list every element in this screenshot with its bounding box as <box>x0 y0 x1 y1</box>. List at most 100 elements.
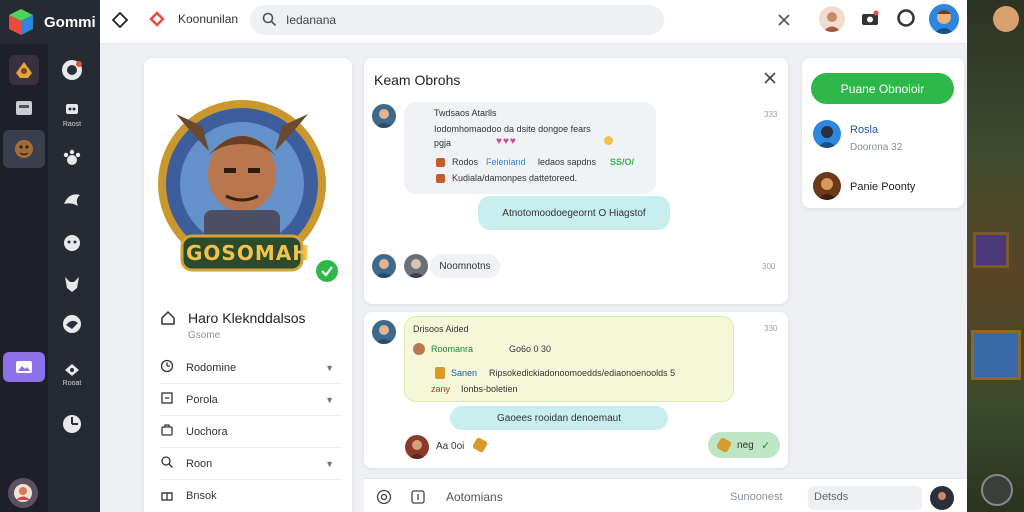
emblem-text: GOSOMAH <box>186 241 310 265</box>
goblin-game-icon[interactable] <box>3 130 45 168</box>
app-logo-icon <box>148 10 166 31</box>
chat-card: Keam Obrohs Twdsaos Atarlls Iodomhomaodo… <box>364 58 788 304</box>
message-text: Go6o 0 30 <box>509 344 552 354</box>
chat-card: Drisoos Aided Roomanra Go6o 0 30 Sanen R… <box>364 312 788 468</box>
emoji-icon <box>604 136 613 145</box>
footer-text: Aa 0oi <box>436 441 465 452</box>
eagle-icon[interactable] <box>58 310 86 338</box>
lion-icon[interactable] <box>58 56 86 84</box>
avatar[interactable] <box>813 172 841 200</box>
menu-item[interactable]: Rodomine ▼ <box>160 352 342 384</box>
menu-label: Rodomine <box>186 361 237 374</box>
profile-subtitle: Gsome <box>188 330 221 341</box>
menu-item[interactable]: Bnsok <box>160 480 342 512</box>
avatar[interactable] <box>819 6 845 32</box>
message-link[interactable]: Feleniand <box>486 157 526 167</box>
profile-name: Haro Kleknddalsos <box>188 310 306 326</box>
emoji-icon <box>413 343 425 355</box>
robot-icon[interactable] <box>58 96 86 124</box>
cat-icon[interactable] <box>58 228 86 256</box>
menu-label: Roon <box>186 457 213 470</box>
camera-icon[interactable] <box>861 10 879 29</box>
menu-item[interactable]: Roon ▼ <box>160 448 342 480</box>
message-text: ledaos sapdns <box>538 157 597 167</box>
clear-icon[interactable] <box>776 12 792 31</box>
message-link[interactable]: Sanen <box>451 368 477 378</box>
avatar[interactable] <box>404 254 428 278</box>
clock-icon[interactable] <box>58 410 86 438</box>
message-text: zany <box>431 384 451 394</box>
message-text: Iodomhomaodoo da dsite dongoe fears <box>434 124 591 134</box>
menu-label: Porola <box>186 393 218 406</box>
user-subtitle: Doorona 32 <box>850 142 903 153</box>
heart-icon: ♥♥♥ <box>496 136 517 147</box>
avatar[interactable] <box>813 120 841 148</box>
frame-decoration <box>971 330 1021 380</box>
user-name[interactable]: Rosla <box>850 124 878 136</box>
profile-panel: GOSOMAH Haro Kleknddalsos Gsome Rodomine… <box>144 58 352 512</box>
close-icon[interactable] <box>764 72 776 87</box>
emoji-picker-icon[interactable] <box>376 489 392 508</box>
dragon-icon[interactable] <box>58 186 86 214</box>
badge-icon <box>436 158 445 167</box>
primary-button[interactable]: Puane Obnoioir <box>811 73 954 104</box>
sticker-icon <box>471 436 489 454</box>
user-avatar[interactable] <box>929 4 959 34</box>
search-input[interactable]: Iedanana <box>286 13 336 27</box>
reaction-button[interactable]: neg ✓ <box>708 432 780 458</box>
message-time: 330 <box>764 324 778 333</box>
monster-game-icon[interactable] <box>9 93 39 123</box>
note-bubble: Noomnotns <box>430 254 500 278</box>
attach-icon[interactable] <box>410 489 426 508</box>
app-title: Gommi <box>44 13 96 31</box>
message-text: Kudiala/damonpes dattetoreed. <box>452 173 578 183</box>
menu-item[interactable]: Uochora <box>160 416 342 448</box>
send-avatar[interactable] <box>930 486 954 510</box>
helmet-game-icon[interactable] <box>9 55 39 85</box>
flag-icon <box>160 391 174 408</box>
search-bar[interactable]: Iedanana <box>250 5 664 35</box>
avatar[interactable] <box>372 320 396 344</box>
message-tag: SS/O/ <box>610 157 635 167</box>
message-link[interactable]: Roomanra <box>431 344 473 354</box>
message-time: 333 <box>764 110 778 119</box>
reply-bubble: Atnotomoodoegeornt O Hiagstof <box>478 196 670 230</box>
gift-icon <box>160 488 174 505</box>
avatar[interactable] <box>372 104 396 128</box>
cube-logo-icon <box>6 7 36 37</box>
wolf-icon[interactable] <box>58 270 86 298</box>
menu-label: Uochora <box>186 425 228 438</box>
message-bubble: Drisoos Aided Roomanra Go6o 0 30 Sanen R… <box>404 316 734 402</box>
message-text: Ionbs-boletien <box>461 384 518 394</box>
message-author: Twdsaos Atarlls <box>434 108 497 118</box>
photo-game-icon[interactable] <box>3 352 45 382</box>
message-text: Ripsokedickiadonoomoedds/ediaonoenoolds … <box>489 368 676 378</box>
status-text: Sunoonest <box>730 491 783 503</box>
background-art <box>967 0 1024 512</box>
profile-game-icon[interactable] <box>8 478 38 508</box>
message-text: Rodos <box>452 157 479 167</box>
user-name[interactable]: Panie Poonty <box>850 181 915 193</box>
rail-label: Rooat <box>62 380 82 387</box>
message-bubble: Twdsaos Atarlls Iodomhomaodoo da dsite d… <box>404 102 656 194</box>
power-button[interactable] <box>981 474 1013 506</box>
reaction-label: neg <box>737 439 754 451</box>
clock-icon <box>160 359 174 376</box>
avatar[interactable] <box>372 254 396 278</box>
top-right-avatar[interactable] <box>993 6 1019 32</box>
message-input[interactable]: Aotomians <box>446 490 503 504</box>
verified-icon <box>314 258 340 284</box>
app-name: Koonunilan <box>178 12 239 26</box>
details-field[interactable]: Detsds <box>808 486 922 510</box>
brand[interactable]: Gommi <box>0 0 100 44</box>
sticker-icon <box>715 436 732 454</box>
avatar[interactable] <box>405 435 429 459</box>
rail-label: Raost <box>62 121 82 128</box>
paw-icon[interactable] <box>58 144 86 172</box>
menu-item[interactable]: Porola ▼ <box>160 384 342 416</box>
menu-label: Bnsok <box>186 490 217 502</box>
message-text: pgja <box>434 138 452 148</box>
top-bar: Koonunilan Iedanana <box>100 0 967 44</box>
diamond-icon[interactable] <box>111 11 129 31</box>
record-icon[interactable] <box>897 9 915 30</box>
